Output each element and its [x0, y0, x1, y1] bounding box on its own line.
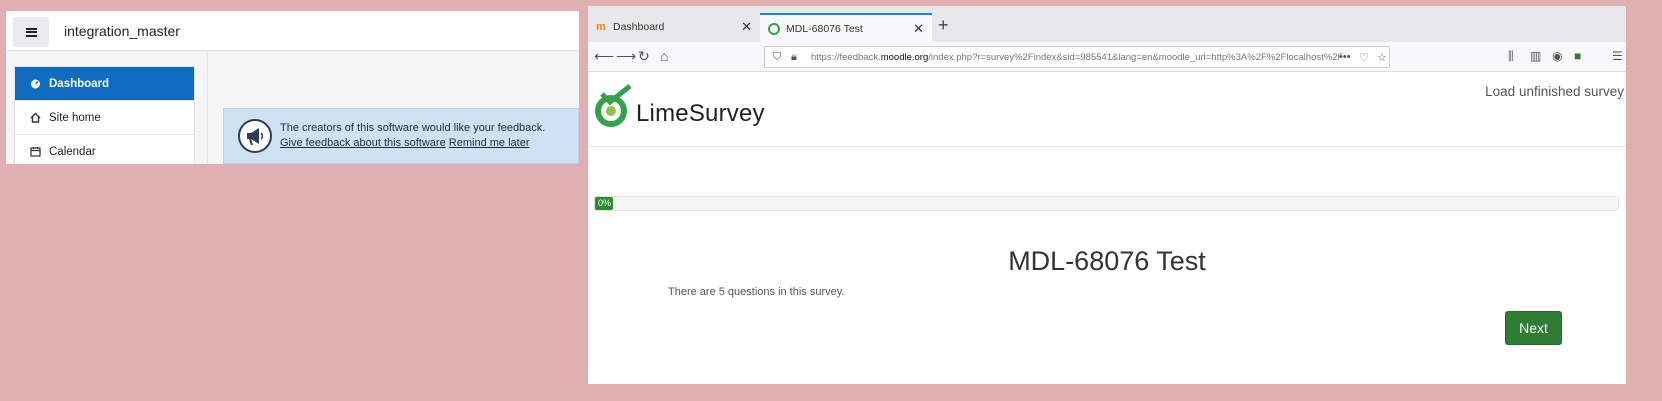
moodle-header: integration_master [6, 11, 579, 51]
drawer-divider [207, 51, 208, 164]
megaphone-icon [238, 119, 272, 153]
limesurvey-favicon-icon [768, 23, 780, 35]
lime-logo-icon [595, 84, 632, 127]
nav-item-label: Calendar [49, 145, 96, 158]
shield-icon[interactable]: ⛉ [773, 51, 781, 64]
moodle-window: integration_master Dashboard Site home C… [6, 11, 579, 164]
progress-bar: 0% [594, 196, 1619, 211]
drawer-toggle-button[interactable] [13, 17, 49, 47]
logo-text: LimeSurvey [636, 100, 765, 127]
tab-survey[interactable]: MDL-68076 Test ✕ [760, 13, 932, 43]
tab-strip: m Dashboard ✕ MDL-68076 Test ✕ + [588, 6, 1626, 43]
bookmark-star-icon[interactable]: ☆ [1377, 51, 1387, 64]
next-button[interactable]: Next [1505, 311, 1562, 345]
nav-item-dashboard[interactable]: Dashboard [15, 67, 194, 101]
pocket-icon[interactable]: ♡ [1359, 51, 1369, 64]
progress-label: 0% [598, 198, 612, 208]
remind-later-link[interactable]: Remind me later [449, 137, 530, 149]
back-icon[interactable]: ⟵ [594, 48, 614, 65]
nav-item-label: Site home [49, 111, 101, 124]
page-actions-icon[interactable]: ••• [1339, 51, 1351, 63]
url-text[interactable]: https://feedback.moodle.org/index.php?r=… [811, 52, 1366, 63]
sidebar-icon[interactable]: ▥ [1530, 49, 1541, 63]
nav-item-site-home[interactable]: Site home [15, 101, 194, 135]
account-icon[interactable]: ◉ [1552, 49, 1562, 63]
moodle-favicon-icon: m [596, 21, 606, 33]
nav-item-label: Dashboard [49, 77, 110, 90]
tab-close-icon[interactable]: ✕ [741, 19, 752, 35]
tab-title: MDL-68076 Test [786, 23, 863, 35]
lock-icon[interactable]: 🔒︎ [791, 51, 797, 64]
header-divider [588, 146, 1626, 147]
calendar-icon [30, 146, 41, 157]
site-name[interactable]: integration_master [64, 23, 180, 39]
feedback-text: The creators of this software would like… [280, 121, 545, 151]
load-unfinished-survey-link[interactable]: Load unfinished survey [1485, 84, 1624, 99]
feedback-message: The creators of this software would like… [280, 122, 546, 134]
survey-title: MDL-68076 Test [1008, 246, 1206, 276]
feedback-notification: The creators of this software would like… [223, 108, 579, 164]
give-feedback-link[interactable]: Give feedback about this software [280, 137, 446, 149]
forward-icon[interactable]: ⟶ [616, 48, 636, 65]
home-icon[interactable]: ⌂ [660, 48, 668, 64]
tab-dashboard[interactable]: m Dashboard ✕ [592, 13, 760, 41]
home-icon [30, 112, 41, 123]
menu-icon[interactable]: ☰ [1612, 49, 1623, 63]
nav-item-calendar[interactable]: Calendar [15, 135, 194, 164]
survey-page: LimeSurvey Load unfinished survey 0% MDL… [588, 72, 1626, 384]
dashboard-icon [30, 78, 41, 89]
limesurvey-logo[interactable]: LimeSurvey [594, 84, 765, 130]
library-icon[interactable]: ⫼ [1508, 49, 1514, 64]
nav-drawer: Dashboard Site home Calendar [14, 66, 195, 164]
moodle-body: Dashboard Site home Calendar The creator… [6, 51, 579, 164]
tab-title: Dashboard [613, 21, 665, 33]
url-bar[interactable]: ⛉ 🔒︎ https://feedback.moodle.org/index.p… [764, 46, 1390, 68]
tab-close-icon[interactable]: ✕ [913, 21, 924, 37]
navigation-toolbar: ⟵ ⟶ ↻ ⌂ ⛉ 🔒︎ https://feedback.moodle.org… [588, 42, 1626, 72]
progress-bar-fill: 0% [595, 197, 613, 210]
firefox-window: m Dashboard ✕ MDL-68076 Test ✕ + ⟵ ⟶ ↻ ⌂… [588, 6, 1626, 384]
extension-icon[interactable]: ■ [1574, 49, 1581, 63]
new-tab-icon[interactable]: + [938, 15, 949, 36]
hamburger-icon [25, 27, 37, 37]
reload-icon[interactable]: ↻ [638, 48, 650, 65]
survey-description: There are 5 questions in this survey. [668, 286, 845, 298]
